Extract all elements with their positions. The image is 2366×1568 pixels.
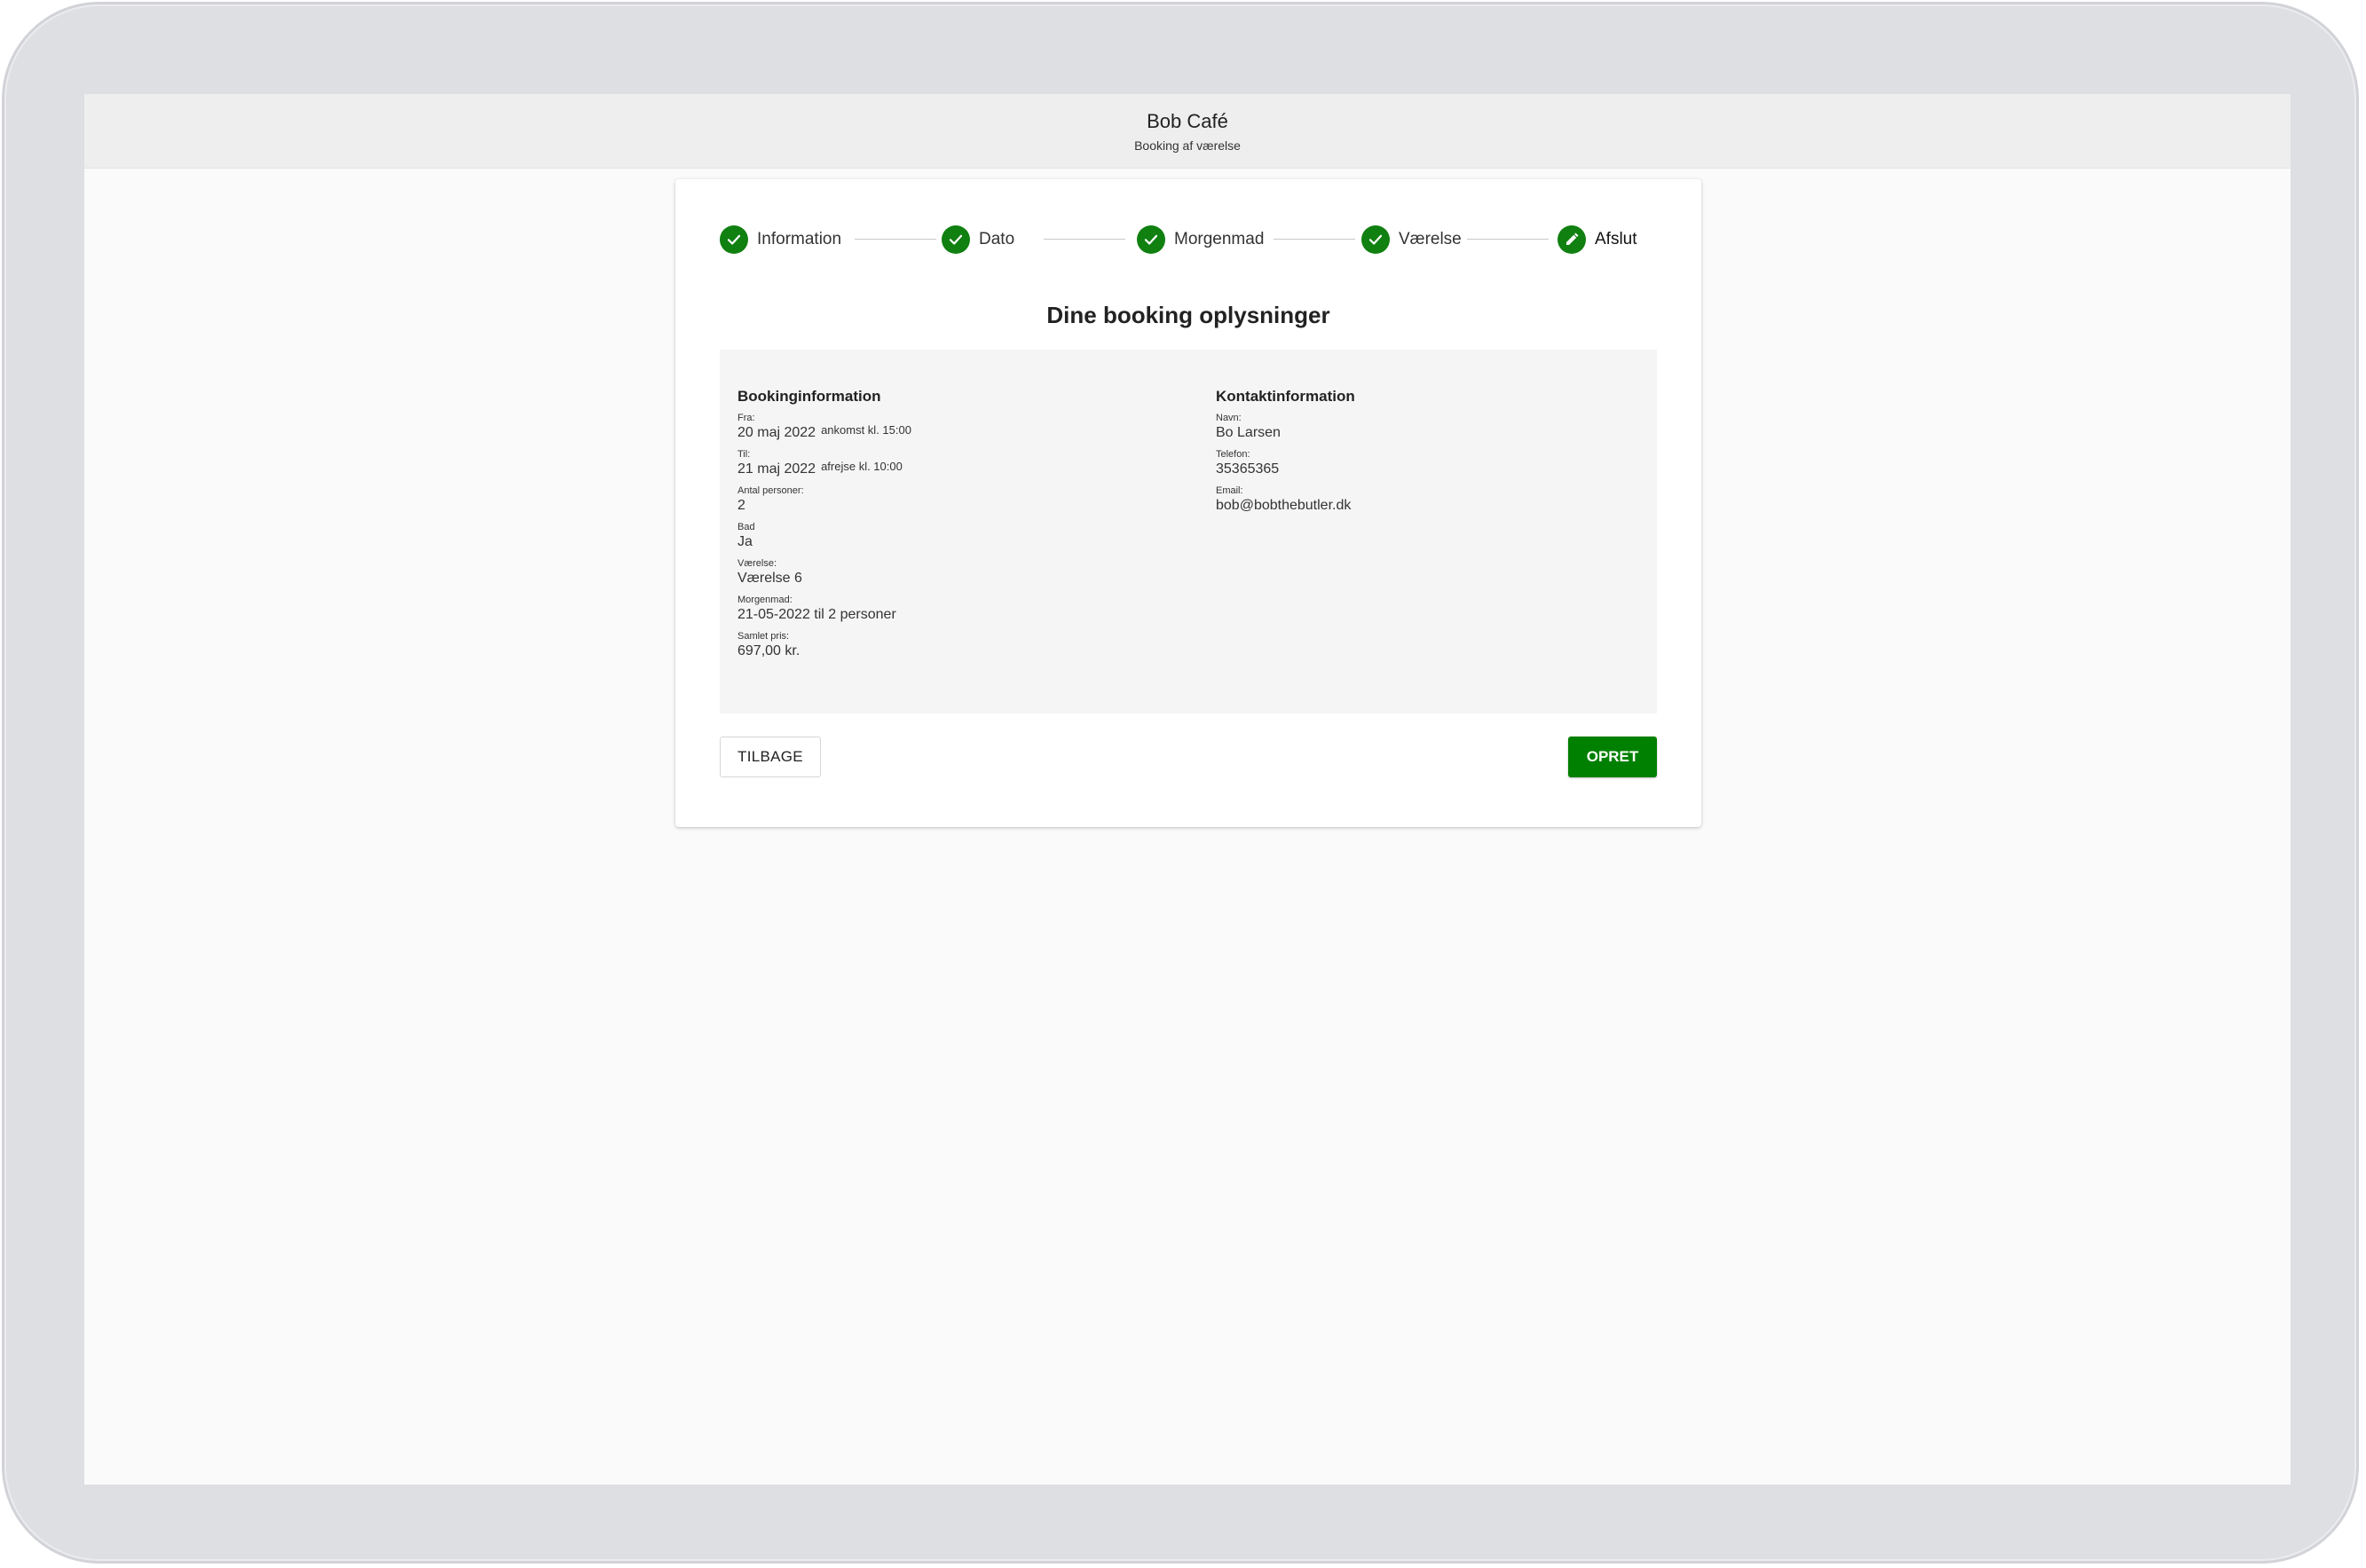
contact-info-column: Kontaktinformation Navn: Bo Larsen Telef… xyxy=(1216,388,1355,522)
step-dato[interactable]: Dato xyxy=(942,224,1014,256)
step-vaerelse[interactable]: Værelse xyxy=(1361,224,1462,256)
persons-label: Antal personer: xyxy=(737,485,804,496)
to-value: 21 maj 2022 xyxy=(737,461,816,477)
field-breakfast: Morgenmad: 21-05-2022 til 2 personer xyxy=(737,595,911,624)
phone-label: Telefon: xyxy=(1216,449,1250,460)
step-connector xyxy=(1044,239,1125,240)
booking-info-heading: Bookinginformation xyxy=(737,388,881,405)
field-bath: Bad Ja xyxy=(737,522,911,551)
field-total: Samlet pris: 697,00 kr. xyxy=(737,631,911,660)
field-name: Navn: Bo Larsen xyxy=(1216,413,1355,442)
page-title: Dine booking oplysninger xyxy=(1046,302,1330,328)
name-label: Navn: xyxy=(1216,413,1242,423)
from-value: 20 maj 2022 xyxy=(737,425,816,440)
step-connector xyxy=(855,239,936,240)
check-icon xyxy=(942,225,970,254)
step-information[interactable]: Information xyxy=(720,224,841,256)
app-screen: Bob Café Booking af værelse Information xyxy=(84,94,2291,1485)
app-header: Bob Café Booking af værelse xyxy=(84,94,2291,169)
email-label: Email: xyxy=(1216,485,1243,496)
room-label: Værelse: xyxy=(737,558,777,569)
room-value: Værelse 6 xyxy=(737,571,802,586)
step-morgenmad[interactable]: Morgenmad xyxy=(1137,224,1264,256)
field-from: Fra: 20 maj 2022 ankomst kl. 15:00 xyxy=(737,413,911,442)
field-room: Værelse: Værelse 6 xyxy=(737,558,911,587)
field-phone: Telefon: 35365365 xyxy=(1216,449,1355,478)
phone-value: 35365365 xyxy=(1216,461,1280,477)
stepper: Information Dato Morgenmad Værelse Afslu… xyxy=(720,224,1657,256)
check-icon xyxy=(720,225,748,254)
field-persons: Antal personer: 2 xyxy=(737,485,911,515)
breakfast-label: Morgenmad: xyxy=(737,595,793,605)
total-value: 697,00 kr. xyxy=(737,643,800,658)
field-email: Email: bob@bobthebutler.dk xyxy=(1216,485,1355,515)
departure-time: afrejse kl. 10:00 xyxy=(821,460,903,473)
bath-value: Ja xyxy=(737,534,753,549)
app-title: Bob Café xyxy=(1147,110,1228,132)
check-icon xyxy=(1361,225,1390,254)
create-button[interactable]: OPRET xyxy=(1568,737,1657,777)
contact-info-heading: Kontaktinformation xyxy=(1216,388,1355,405)
pencil-icon xyxy=(1558,225,1586,254)
bath-label: Bad xyxy=(737,522,755,532)
field-to: Til: 21 maj 2022 afrejse kl. 10:00 xyxy=(737,449,911,478)
step-connector xyxy=(1274,239,1355,240)
arrival-time: ankomst kl. 15:00 xyxy=(821,423,911,437)
breakfast-value: 21-05-2022 til 2 personer xyxy=(737,607,896,622)
step-connector xyxy=(1467,239,1549,240)
app-subtitle: Booking af værelse xyxy=(1134,138,1241,153)
total-label: Samlet pris: xyxy=(737,631,790,642)
step-label: Afslut xyxy=(1595,230,1637,248)
booking-info-column: Bookinginformation Fra: 20 maj 2022 ankom… xyxy=(737,388,911,667)
booking-summary: Bookinginformation Fra: 20 maj 2022 ankom… xyxy=(720,350,1657,713)
email-value: bob@bobthebutler.dk xyxy=(1216,498,1352,513)
step-afslut[interactable]: Afslut xyxy=(1558,224,1637,256)
step-label: Dato xyxy=(979,230,1015,248)
step-label: Information xyxy=(757,230,842,248)
back-button[interactable]: TILBAGE xyxy=(720,737,821,777)
persons-value: 2 xyxy=(737,498,745,513)
booking-card: Information Dato Morgenmad Værelse Afslu… xyxy=(675,179,1701,827)
check-icon xyxy=(1137,225,1165,254)
name-value: Bo Larsen xyxy=(1216,425,1281,440)
step-label: Værelse xyxy=(1399,230,1462,248)
tablet-frame: Bob Café Booking af værelse Information xyxy=(2,2,2359,1564)
step-label: Morgenmad xyxy=(1174,230,1265,248)
